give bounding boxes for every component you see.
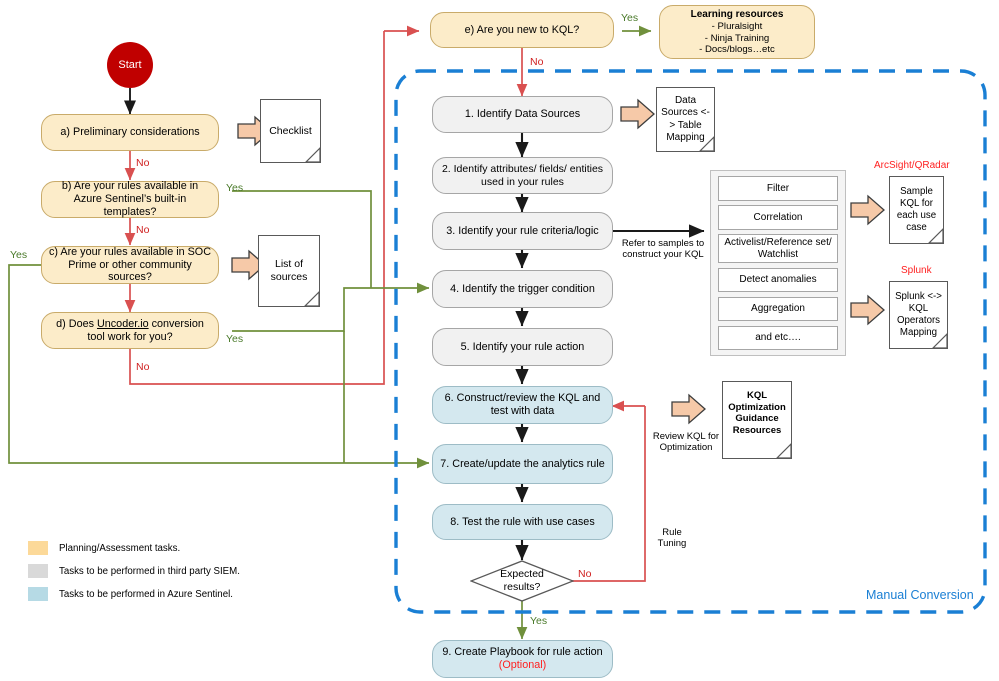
doc-sample-kql: Sample KQL for each use case	[889, 176, 944, 244]
node-learning-resources[interactable]: Learning resources - Pluralsight - Ninja…	[659, 5, 815, 59]
learning-title: Learning resources	[690, 8, 784, 20]
legend-label: Tasks to be performed in Azure Sentinel.	[59, 588, 233, 600]
node-step-1[interactable]: 1. Identify Data Sources	[432, 96, 613, 133]
edge-label-e-yes: Yes	[621, 12, 639, 24]
edge-label-expected-no: No	[578, 568, 592, 580]
sublist-row[interactable]: and etc….	[718, 325, 838, 350]
edge-label-d-yes: Yes	[226, 333, 244, 345]
node-a-label: a) Preliminary considerations	[60, 126, 200, 139]
node-b-builtin-templates[interactable]: b) Are your rules available in Azure Sen…	[41, 180, 219, 218]
node-step-8[interactable]: 8. Test the rule with use cases	[432, 504, 613, 540]
annotation-refer-to-samples: Refer to samples to construct your KQL	[621, 238, 705, 261]
node-step-5[interactable]: 5. Identify your rule action	[432, 328, 613, 366]
node-b-label: b) Are your rules available in Azure Sen…	[61, 180, 199, 218]
sublist-row[interactable]: Aggregation	[718, 296, 838, 321]
doc-list-of-sources-label: List of sources	[270, 258, 308, 283]
edge-label-b-no: No	[136, 157, 150, 169]
diamond-line-2: results?	[503, 581, 541, 593]
legend-label: Tasks to be performed in third party SIE…	[59, 565, 240, 577]
legend-swatch-sentinel	[28, 587, 48, 601]
edge-label-expected-yes: Yes	[530, 615, 548, 627]
legend: Planning/Assessment tasks. Tasks to be p…	[28, 541, 240, 610]
annotation-splunk: Splunk	[901, 265, 932, 276]
legend-item: Planning/Assessment tasks.	[28, 541, 240, 555]
node-step-9-label: 9. Create Playbook for rule action	[442, 646, 603, 659]
node-step-6-label: 6. Construct/review the KQL and test wit…	[444, 392, 601, 417]
learning-item-0: - Pluralsight	[711, 21, 763, 33]
node-step-7-label: 7. Create/update the analytics rule	[440, 457, 605, 470]
legend-item: Tasks to be performed in third party SIE…	[28, 564, 240, 578]
annotation-arcsight-qradar: ArcSight/QRadar	[874, 160, 950, 171]
callout-arrow-mapping	[620, 98, 655, 130]
node-step-1-label: 1. Identify Data Sources	[464, 108, 581, 121]
annotation-rule-tuning: Rule Tuning	[657, 527, 687, 550]
node-c-soc-prime[interactable]: c) Are your rules available in SOC Prime…	[41, 246, 219, 284]
node-step-8-label: 8. Test the rule with use cases	[450, 515, 595, 528]
legend-swatch-third-party	[28, 564, 48, 578]
node-c-label: c) Are your rules available in SOC Prime…	[48, 245, 212, 284]
annotation-manual-conversion: Manual Conversion	[866, 588, 974, 602]
doc-sample-kql-label: Sample KQL for each use case	[896, 186, 937, 233]
doc-list-of-sources: List of sources	[258, 235, 320, 307]
node-e-new-to-kql[interactable]: e) Are you new to KQL?	[430, 12, 614, 48]
doc-splunk-mapping-label: Splunk <-> KQL Operators Mapping	[895, 291, 942, 338]
flowchart-canvas: Start a) Preliminary considerations b) A…	[0, 0, 999, 681]
callout-arrow-samplekql	[850, 194, 885, 226]
uncoder-link[interactable]: Uncoder.io	[97, 318, 149, 330]
diamond-line-1: Expected	[500, 568, 544, 581]
node-step-2[interactable]: 2. Identify attributes/ fields/ entities…	[432, 157, 613, 194]
sublist-row[interactable]: Detect anomalies	[718, 267, 838, 292]
node-d-label: d) Does Uncoder.io conversion tool work …	[42, 318, 218, 343]
legend-item: Tasks to be performed in Azure Sentinel.	[28, 587, 240, 601]
annotation-review-kql: Review KQL for Optimization	[652, 431, 720, 454]
node-step-3-label: 3. Identify your rule criteria/logic	[446, 224, 599, 237]
doc-data-sources-mapping: Data Sources <-> Table Mapping	[656, 87, 715, 152]
edge-label-c-yes: Yes	[10, 249, 28, 261]
callout-arrow-kqlopt	[671, 393, 706, 425]
node-step-6[interactable]: 6. Construct/review the KQL and test wit…	[432, 386, 613, 424]
edge-label-c-no: No	[136, 224, 150, 236]
node-a-preliminary[interactable]: a) Preliminary considerations	[41, 114, 219, 151]
legend-label: Planning/Assessment tasks.	[59, 542, 181, 554]
node-d-pre: d) Does	[56, 317, 97, 330]
start-label: Start	[118, 59, 142, 71]
node-step-5-label: 5. Identify your rule action	[460, 340, 585, 353]
doc-checklist: Checklist	[260, 99, 321, 163]
node-step-4[interactable]: 4. Identify the trigger condition	[432, 270, 613, 308]
sublist-rule-patterns: Filter Correlation Activelist/Reference …	[710, 170, 846, 356]
node-step-2-label: 2. Identify attributes/ fields/ entities…	[441, 163, 604, 188]
node-step-3[interactable]: 3. Identify your rule criteria/logic	[432, 212, 613, 250]
doc-checklist-label: Checklist	[269, 124, 312, 137]
edge-label-b-yes: Yes	[226, 182, 244, 194]
node-step-9-optional: (Optional)	[498, 659, 547, 671]
node-step-7[interactable]: 7. Create/update the analytics rule	[432, 444, 613, 484]
edge-label-e-no: No	[530, 56, 544, 68]
edge-label-d-no: No	[136, 361, 150, 373]
doc-kql-optimization: KQL Optimization Guidance Resources	[722, 381, 792, 459]
sublist-row[interactable]: Correlation	[718, 205, 838, 230]
callout-arrow-splunkmap	[850, 294, 885, 326]
doc-splunk-mapping: Splunk <-> KQL Operators Mapping	[889, 281, 948, 349]
sublist-row[interactable]: Activelist/Reference set/ Watchlist	[718, 234, 838, 263]
node-expected-results[interactable]: Expected results?	[470, 560, 574, 602]
start-node: Start	[107, 42, 153, 88]
learning-item-2: - Docs/blogs…etc	[699, 44, 775, 56]
learning-item-1: - Ninja Training	[704, 32, 770, 44]
sublist-row[interactable]: Filter	[718, 176, 838, 201]
node-step-4-label: 4. Identify the trigger condition	[450, 282, 595, 295]
node-step-9[interactable]: 9. Create Playbook for rule action (Opti…	[432, 640, 613, 678]
legend-swatch-planning	[28, 541, 48, 555]
node-d-uncoder[interactable]: d) Does Uncoder.io conversion tool work …	[41, 312, 219, 349]
doc-kql-optimization-label: KQL Optimization Guidance Resources	[728, 390, 786, 436]
node-e-label: e) Are you new to KQL?	[464, 23, 580, 36]
